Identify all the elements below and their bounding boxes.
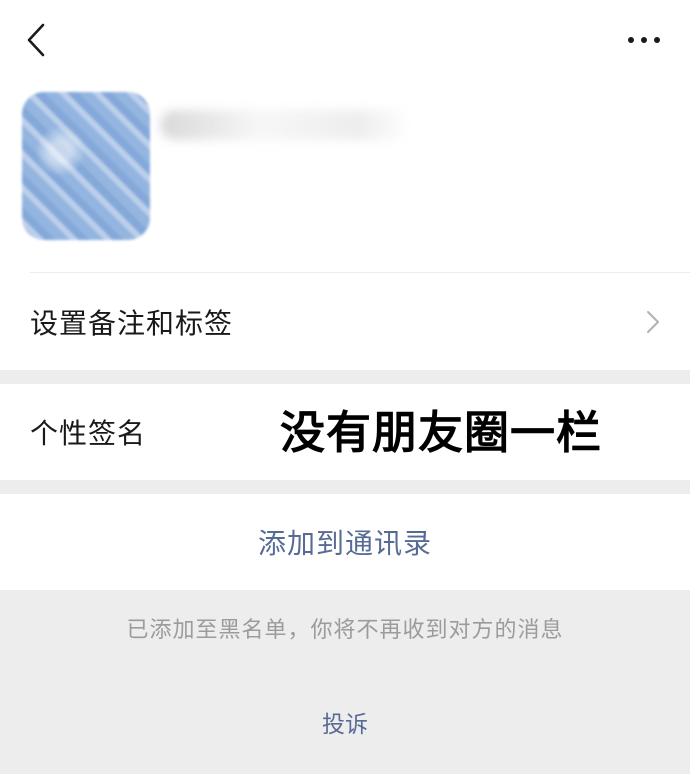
remark-and-tags-row[interactable]: 设置备注和标签	[0, 274, 690, 370]
add-to-contacts-label: 添加到通讯录	[257, 527, 432, 560]
annotation-text: 没有朋友圈一栏	[280, 405, 603, 459]
signature-row: 个性签名 没有朋友圈一栏	[0, 384, 690, 480]
more-dots-icon	[628, 37, 660, 43]
add-to-contacts-button[interactable]: 添加到通讯录	[0, 494, 690, 590]
signature-label: 个性签名	[30, 417, 147, 450]
chevron-right-icon	[647, 311, 659, 333]
complain-link[interactable]: 投诉	[295, 700, 395, 744]
divider	[30, 272, 690, 273]
avatar[interactable]	[22, 92, 150, 240]
nickname-obscured	[160, 110, 410, 140]
profile-header: 设置备注和标签	[0, 0, 690, 370]
chevron-left-icon	[27, 23, 45, 57]
more-button[interactable]	[620, 22, 668, 58]
blacklist-notice: 已添加至黑名单，你将不再收到对方的消息	[126, 618, 564, 643]
section-gap	[0, 480, 690, 494]
remark-label: 设置备注和标签	[30, 307, 234, 340]
section-gap	[0, 370, 690, 384]
back-button[interactable]	[18, 22, 54, 58]
